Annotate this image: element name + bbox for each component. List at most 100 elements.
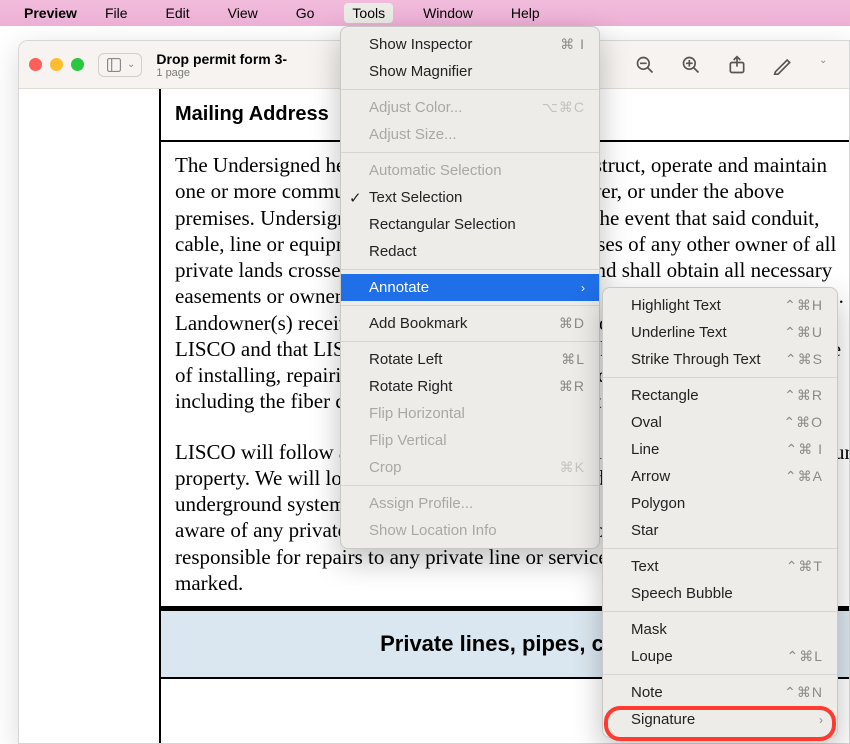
menu-item-label: Loupe — [631, 648, 673, 665]
toolbar-more-button[interactable]: ⌄ — [819, 55, 839, 75]
window-title-block: Drop permit form 3- 1 page — [156, 51, 287, 79]
traffic-lights — [29, 58, 84, 71]
tools-item-show-inspector[interactable]: Show Inspector ⌘ I — [341, 31, 599, 58]
tools-item-flip-vertical: Flip Vertical — [341, 427, 599, 454]
markup-button[interactable] — [773, 55, 793, 75]
close-window-button[interactable] — [29, 58, 42, 71]
menu-item-label: Underline Text — [631, 324, 727, 341]
menu-item-label: Mask — [631, 621, 667, 638]
shortcut-label: ⌘L — [561, 351, 585, 368]
tools-item-rotate-right[interactable]: Rotate Right ⌘R — [341, 373, 599, 400]
menu-item-label: Show Inspector — [369, 36, 472, 53]
annotate-item-oval[interactable]: Oval ⌃⌘O — [603, 409, 837, 436]
menu-item-label: Show Location Info — [369, 522, 497, 539]
shortcut-label: ⌃⌘T — [786, 558, 823, 575]
shortcut-label: ⌃⌘A — [785, 468, 823, 485]
menu-item-label: Signature — [631, 711, 695, 728]
shortcut-label: ⌃⌘U — [784, 324, 823, 341]
tools-item-rectangular-selection[interactable]: Rectangular Selection — [341, 211, 599, 238]
tools-item-assign-profile-: Assign Profile... — [341, 490, 599, 517]
tools-item-adjust-color-: Adjust Color... ⌥⌘C — [341, 94, 599, 121]
shortcut-label: ⌃⌘L — [786, 648, 823, 665]
annotate-item-loupe[interactable]: Loupe ⌃⌘L — [603, 643, 837, 670]
menu-item-label: Text Selection — [369, 189, 462, 206]
annotate-item-rectangle[interactable]: Rectangle ⌃⌘R — [603, 382, 837, 409]
app-name[interactable]: Preview — [24, 5, 77, 21]
window-title: Drop permit form 3- — [156, 51, 287, 67]
tools-item-adjust-size-: Adjust Size... — [341, 121, 599, 148]
menu-item-label: Show Magnifier — [369, 63, 472, 80]
annotate-item-line[interactable]: Line ⌃⌘ I — [603, 436, 837, 463]
annotate-item-text[interactable]: Text⌃⌘T — [603, 553, 837, 580]
tools-item-text-selection[interactable]: ✓ Text Selection — [341, 184, 599, 211]
menu-item-label: Highlight Text — [631, 297, 721, 314]
annotate-item-highlight-text[interactable]: Highlight Text ⌃⌘H — [603, 292, 837, 319]
tools-item-redact[interactable]: Redact — [341, 238, 599, 265]
menu-item-label: Arrow — [631, 468, 670, 485]
annotate-item-speech-bubble[interactable]: Speech Bubble — [603, 580, 837, 607]
annotate-item-star[interactable]: Star — [603, 517, 837, 544]
shortcut-label: ⌃⌘H — [784, 297, 823, 314]
shortcut-label: ⌘D — [559, 315, 585, 332]
tools-item-crop: Crop⌘K — [341, 454, 599, 481]
menu-item-label: Polygon — [631, 495, 685, 512]
annotate-item-underline-text[interactable]: Underline Text ⌃⌘U — [603, 319, 837, 346]
window-subtitle: 1 page — [156, 67, 287, 79]
shortcut-label: ⌘R — [559, 378, 585, 395]
menu-item-label: Adjust Color... — [369, 99, 462, 116]
menu-item-label: Redact — [369, 243, 417, 260]
annotate-item-mask[interactable]: Mask — [603, 616, 837, 643]
menu-item-label: Flip Vertical — [369, 432, 447, 449]
menubar-item-view[interactable]: View — [220, 3, 266, 23]
shortcut-label: ⌃⌘N — [784, 684, 823, 701]
tools-item-show-magnifier[interactable]: Show Magnifier — [341, 58, 599, 85]
menu-item-label: Star — [631, 522, 659, 539]
menu-item-label: Annotate — [369, 279, 429, 296]
menubar-item-edit[interactable]: Edit — [158, 3, 198, 23]
annotate-item-arrow[interactable]: Arrow ⌃⌘A — [603, 463, 837, 490]
menubar-item-tools[interactable]: Tools — [344, 3, 393, 23]
zoom-in-button[interactable] — [681, 55, 701, 75]
menu-item-label: Add Bookmark — [369, 315, 467, 332]
menu-item-label: Rectangle — [631, 387, 699, 404]
tools-item-flip-horizontal: Flip Horizontal — [341, 400, 599, 427]
menu-item-label: Strike Through Text — [631, 351, 761, 368]
annotate-item-polygon[interactable]: Polygon — [603, 490, 837, 517]
menubar-item-go[interactable]: Go — [288, 3, 323, 23]
menu-item-label: Crop — [369, 459, 402, 476]
tools-item-rotate-left[interactable]: Rotate Left⌘L — [341, 346, 599, 373]
check-icon: ✓ — [349, 189, 362, 207]
menu-item-label: Oval — [631, 414, 662, 431]
chevron-down-icon: ⌄ — [127, 59, 135, 70]
tools-item-annotate[interactable]: Annotate › — [341, 274, 599, 301]
menu-item-label: Rotate Right — [369, 378, 452, 395]
menu-item-label: Assign Profile... — [369, 495, 473, 512]
annotate-item-signature[interactable]: Signature › — [603, 706, 837, 733]
chevron-right-icon: › — [581, 281, 585, 295]
shortcut-label: ⌃⌘ I — [785, 441, 823, 458]
zoom-out-button[interactable] — [635, 55, 655, 75]
shortcut-label: ⌃⌘O — [783, 414, 823, 431]
menu-item-label: Line — [631, 441, 659, 458]
menubar-item-window[interactable]: Window — [415, 3, 481, 23]
tools-item-add-bookmark[interactable]: Add Bookmark ⌘D — [341, 310, 599, 337]
shortcut-label: ⌘ I — [560, 36, 585, 53]
tools-item-show-location-info: Show Location Info — [341, 517, 599, 544]
menu-item-label: Adjust Size... — [369, 126, 457, 143]
annotate-item-strike-through-text[interactable]: Strike Through Text ⌃⌘S — [603, 346, 837, 373]
menubar-item-help[interactable]: Help — [503, 3, 548, 23]
tools-menu: Show Inspector ⌘ I Show Magnifier Adjust Co… — [340, 26, 600, 549]
shortcut-label: ⌥⌘C — [542, 99, 585, 116]
annotate-item-note[interactable]: Note⌃⌘N — [603, 679, 837, 706]
toolbar-actions: ⌄ — [635, 55, 839, 75]
sidebar-toggle-button[interactable]: ⌄ — [98, 53, 142, 77]
share-button[interactable] — [727, 55, 747, 75]
tools-item-automatic-selection: Automatic Selection — [341, 157, 599, 184]
shortcut-label: ⌃⌘S — [785, 351, 823, 368]
chevron-right-icon: › — [819, 713, 823, 727]
menubar-item-file[interactable]: File — [97, 3, 136, 23]
menu-item-label: Speech Bubble — [631, 585, 733, 602]
zoom-window-button[interactable] — [71, 58, 84, 71]
minimize-window-button[interactable] — [50, 58, 63, 71]
shortcut-label: ⌃⌘R — [784, 387, 823, 404]
